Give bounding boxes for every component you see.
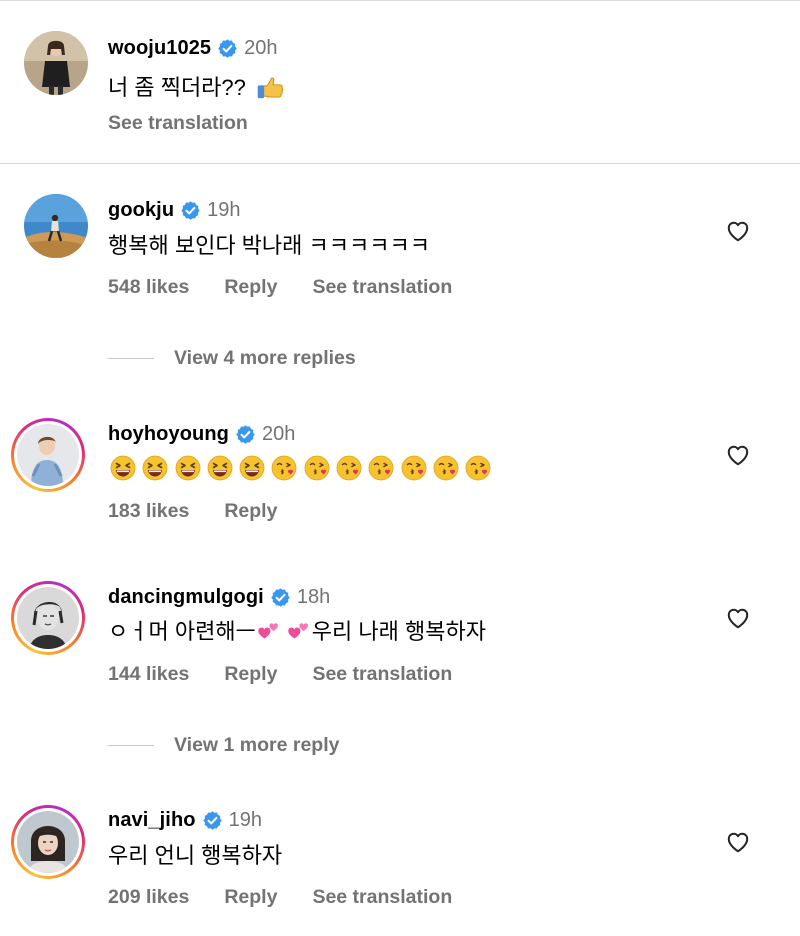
verified-badge-icon xyxy=(235,424,256,445)
grinning-squinting-face-icon xyxy=(142,455,168,481)
view-replies-label[interactable]: View 4 more replies xyxy=(174,347,356,370)
comment-time[interactable]: 19h xyxy=(207,199,240,222)
view-more-replies-button[interactable]: View 4 more replies xyxy=(108,347,356,370)
avatar-dancingmulgogi[interactable] xyxy=(11,581,85,655)
likes-count[interactable]: 144 likes xyxy=(108,663,189,686)
verified-badge-icon xyxy=(202,810,223,831)
likes-count[interactable]: 548 likes xyxy=(108,276,189,299)
grinning-squinting-face-icon xyxy=(239,455,265,481)
comment-time[interactable]: 20h xyxy=(262,423,295,446)
username[interactable]: gookju xyxy=(108,199,174,222)
view-more-replies-button[interactable]: View 1 more reply xyxy=(108,734,339,757)
two-hearts-emoji-icon xyxy=(256,619,282,645)
comment-text: 너 좀 찍더라?? xyxy=(108,72,286,104)
comment-text: 우리 언니 행복하자 xyxy=(108,843,283,868)
face-blowing-kiss-icon xyxy=(271,455,297,481)
verified-badge-icon xyxy=(180,200,201,221)
see-translation-button[interactable]: See translation xyxy=(108,112,248,135)
verified-badge-icon xyxy=(217,38,238,59)
comment-time[interactable]: 19h xyxy=(229,809,262,832)
reply-button[interactable]: Reply xyxy=(224,886,277,909)
verified-badge-icon xyxy=(270,587,291,608)
face-blowing-kiss-icon xyxy=(368,455,394,481)
username[interactable]: wooju1025 xyxy=(108,37,211,60)
grinning-squinting-face-icon xyxy=(110,455,136,481)
avatar-navi-jiho[interactable] xyxy=(11,805,85,879)
heart-outline-icon[interactable] xyxy=(725,605,751,631)
face-blowing-kiss-icon xyxy=(401,455,427,481)
heart-outline-icon[interactable] xyxy=(725,218,751,244)
avatar-wooju1025[interactable] xyxy=(24,31,88,95)
avatar-gookju[interactable] xyxy=(24,194,88,258)
heart-outline-icon[interactable] xyxy=(725,829,751,855)
divider xyxy=(0,163,800,164)
grinning-squinting-face-icon xyxy=(175,455,201,481)
replies-dash xyxy=(108,358,154,359)
comment-text-part1: ㅇㅓ머 아련해ㅡ xyxy=(108,619,256,644)
heart-outline-icon[interactable] xyxy=(725,442,751,468)
top-divider xyxy=(0,0,800,1)
username[interactable]: dancingmulgogi xyxy=(108,586,264,609)
comment-text: ㅇㅓ머 아련해ㅡ 우리 나래 행복하자 xyxy=(108,617,486,647)
comment-emoji-text xyxy=(110,455,498,481)
two-hearts-emoji-icon xyxy=(286,619,312,645)
face-blowing-kiss-icon xyxy=(465,455,491,481)
username[interactable]: navi_jiho xyxy=(108,809,196,832)
see-translation-button[interactable]: See translation xyxy=(312,276,452,299)
view-replies-label[interactable]: View 1 more reply xyxy=(174,734,339,757)
reply-button[interactable]: Reply xyxy=(224,500,277,523)
likes-count[interactable]: 183 likes xyxy=(108,500,189,523)
see-translation-button[interactable]: See translation xyxy=(312,663,452,686)
reply-button[interactable]: Reply xyxy=(224,663,277,686)
see-translation-button[interactable]: See translation xyxy=(312,886,452,909)
face-blowing-kiss-icon xyxy=(433,455,459,481)
username[interactable]: hoyhoyoung xyxy=(108,423,229,446)
face-blowing-kiss-icon xyxy=(336,455,362,481)
thumbs-up-emoji-icon xyxy=(254,72,286,104)
avatar-hoyhoyoung[interactable] xyxy=(11,418,85,492)
comment-text-content: 너 좀 찍더라?? xyxy=(108,75,246,100)
comment-text: 행복해 보인다 박나래 ㅋㅋㅋㅋㅋㅋ xyxy=(108,233,430,258)
replies-dash xyxy=(108,745,154,746)
reply-button[interactable]: Reply xyxy=(224,276,277,299)
face-blowing-kiss-icon xyxy=(304,455,330,481)
comment-time[interactable]: 18h xyxy=(297,586,330,609)
grinning-squinting-face-icon xyxy=(207,455,233,481)
likes-count[interactable]: 209 likes xyxy=(108,886,189,909)
comment-time[interactable]: 20h xyxy=(244,37,277,60)
comment-text-part2: 우리 나래 행복하자 xyxy=(311,619,486,644)
